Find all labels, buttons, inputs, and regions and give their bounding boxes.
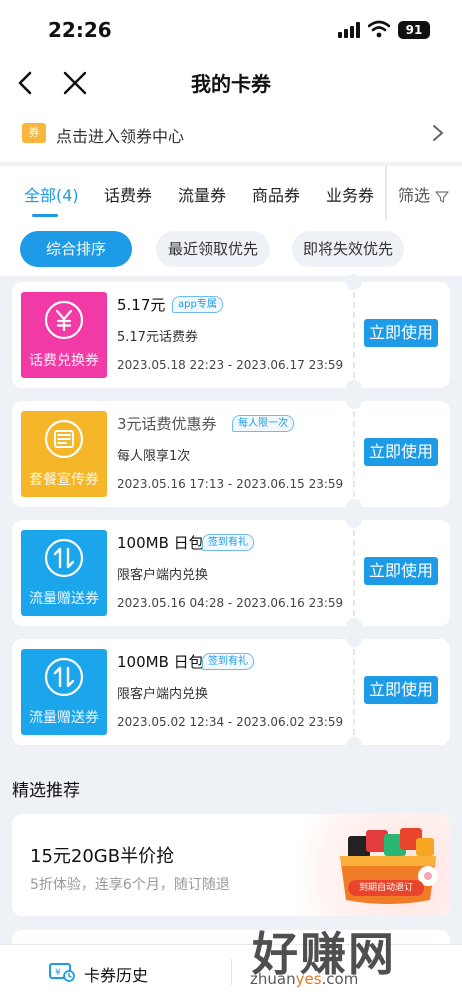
perforation-line [353, 401, 355, 507]
coupon-history-button[interactable]: 卡券历史 [84, 962, 148, 986]
coupon-subtitle: 限客户端内兑换 [117, 568, 209, 583]
coupon-subtitle: 限客户端内兑换 [117, 687, 209, 702]
coupon-type-tile: 套餐宣传券 [21, 411, 107, 497]
use-now-button[interactable]: 立即使用 [364, 557, 438, 585]
coupon-badge: 每人限一次 [232, 415, 294, 432]
coupon-card: 流量赠送券 100MB 日包 签到有礼 限客户端内兑换 2023.05.16 0… [12, 512, 450, 634]
tab-all[interactable]: 全部(4) [24, 182, 79, 206]
sort-recent-received[interactable]: 最近领取优先 [156, 231, 270, 267]
filter-icon [435, 190, 449, 203]
use-now-button[interactable]: 立即使用 [364, 438, 438, 466]
page-title: 我的卡券 [191, 72, 271, 96]
coupon-card: 套餐宣传券 3元话费优惠券 每人限一次 每人限享1次 2023.05.16 17… [12, 393, 450, 515]
package-icon [44, 419, 84, 459]
category-tabs: 全部(4) 话费券 流量券 商品券 业务券 筛选 [0, 166, 462, 220]
coupon-badge: app专属 [172, 296, 223, 313]
coupon-type-tile: 话费兑换券 [21, 292, 107, 378]
tab-phone-bill[interactable]: 话费券 [104, 182, 152, 206]
promo-subtitle: 5折体验，连享6个月，随订随退 [30, 877, 230, 893]
nav-bar: 我的卡券 [0, 60, 462, 106]
coupon-card: 话费兑换券 5.17元 app专属 5.17元话费券 2023.05.18 22… [12, 274, 450, 396]
coupon-title: 3元话费优惠券 [117, 415, 217, 433]
svg-text:¥: ¥ [55, 968, 61, 978]
status-bar: 22:26 91 [0, 0, 462, 60]
coupon-badge: 签到有礼 [202, 653, 254, 670]
coupon-title: 100MB 日包 [117, 534, 204, 552]
coupon-title: 100MB 日包 [117, 653, 204, 671]
sort-expiring-soon[interactable]: 即将失效优先 [292, 231, 404, 267]
gift-label: 到期自动退订 [348, 880, 424, 896]
filter-button[interactable]: 筛选 [398, 182, 449, 206]
ticket-notch [346, 274, 362, 290]
battery-indicator: 91 [398, 21, 430, 39]
perforation-line [353, 520, 355, 626]
watermark-url: zhuanyes.com [250, 970, 358, 988]
chevron-right-icon [433, 125, 444, 141]
coupon-badge: 签到有礼 [202, 534, 254, 551]
filter-label: 筛选 [398, 186, 431, 205]
tab-goods[interactable]: 商品券 [252, 182, 300, 206]
coupon-card: 流量赠送券 100MB 日包 签到有礼 限客户端内兑换 2023.05.02 1… [12, 631, 450, 753]
watermark-url-highlight: yes [295, 970, 322, 988]
coupon-type-label: 流量赠送券 [29, 710, 99, 726]
use-now-button[interactable]: 立即使用 [364, 676, 438, 704]
coupon-validity: 2023.05.02 12:34 - 2023.06.02 23:59 [117, 715, 344, 729]
coupon-subtitle: 每人限享1次 [117, 449, 191, 464]
ticket-notch [346, 631, 362, 647]
perforation-line [353, 639, 355, 745]
tab-service[interactable]: 业务券 [326, 182, 374, 206]
status-time: 22:26 [48, 18, 112, 42]
sort-comprehensive[interactable]: 综合排序 [20, 231, 132, 267]
bottom-divider [231, 959, 232, 985]
ticket-notch [346, 512, 362, 528]
ticket-notch [346, 737, 362, 753]
ticket-notch [346, 393, 362, 409]
tab-divider [385, 166, 387, 220]
use-now-button[interactable]: 立即使用 [364, 319, 438, 347]
coupon-validity: 2023.05.18 22:23 - 2023.06.17 23:59 [117, 358, 344, 372]
sort-options: 综合排序 最近领取优先 即将失效优先 [0, 220, 462, 276]
coupon-history-icon: ¥ [49, 963, 75, 982]
coupon-validity: 2023.05.16 04:28 - 2023.06.16 23:59 [117, 596, 344, 610]
watermark-url-suffix: .com [321, 970, 359, 988]
tab-data[interactable]: 流量券 [178, 182, 226, 206]
data-transfer-icon [44, 538, 84, 578]
promo-title: 15元20GB半价抢 [30, 846, 175, 867]
coupon-type-tile: 流量赠送券 [21, 530, 107, 616]
coupon-center-entry[interactable]: 券 点击进入领券中心 [0, 106, 462, 162]
coupon-title: 5.17元 [117, 296, 166, 314]
promo-card[interactable]: 15元20GB半价抢 5折体验，连享6个月，随订随退 到期自动退订 [12, 814, 450, 916]
section-title: 精选推荐 [12, 781, 80, 801]
cellular-signal-icon [338, 22, 360, 38]
coupon-validity: 2023.05.16 17:13 - 2023.06.15 23:59 [117, 477, 344, 491]
coupon-tag-icon: 券 [22, 123, 46, 143]
coupon-type-label: 话费兑换券 [29, 353, 99, 369]
watermark-url-prefix: zhuan [250, 970, 296, 988]
active-tab-indicator [32, 214, 58, 217]
perforation-line [353, 282, 355, 388]
data-transfer-icon [44, 657, 84, 697]
coupon-subtitle: 5.17元话费券 [117, 330, 198, 345]
coupon-center-label: 点击进入领券中心 [56, 127, 185, 146]
coupon-type-label: 流量赠送券 [29, 591, 99, 607]
wifi-icon [368, 20, 390, 38]
coupon-type-label: 套餐宣传券 [29, 472, 99, 488]
yuan-icon [44, 300, 84, 340]
coupon-type-tile: 流量赠送券 [21, 649, 107, 735]
